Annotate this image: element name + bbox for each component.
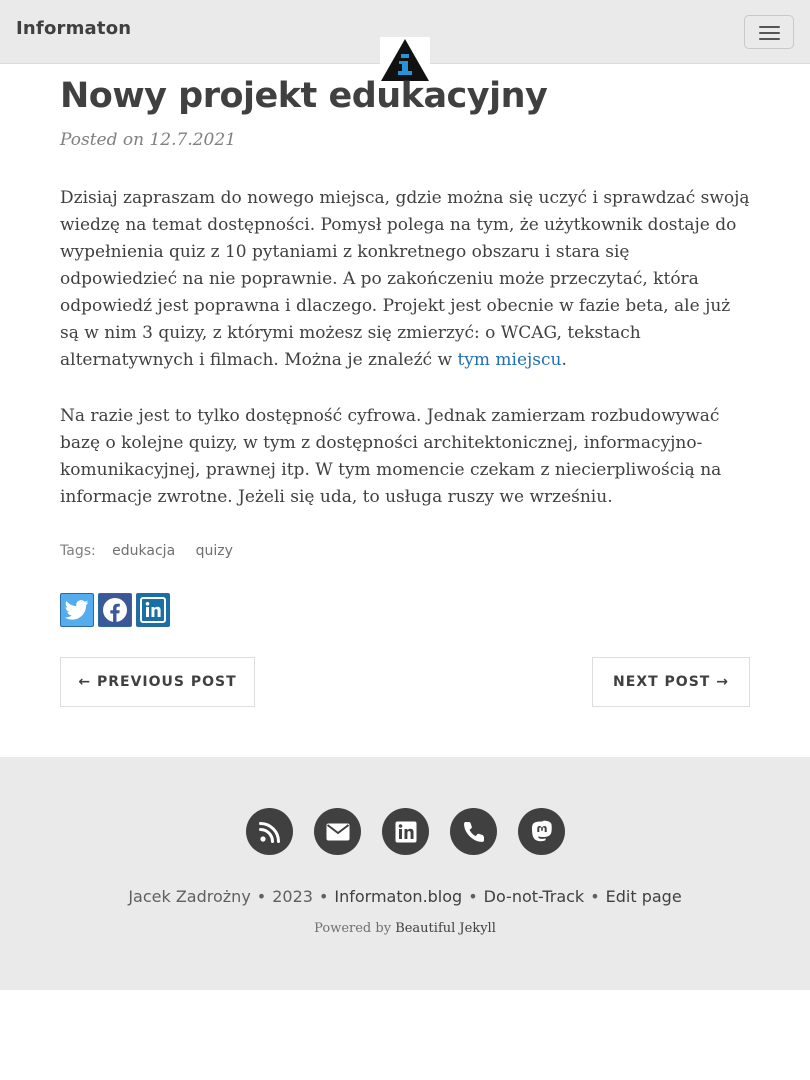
footer-dnt-link[interactable]: Do-not-Track	[484, 887, 585, 906]
linkedin-icon	[395, 821, 416, 842]
phone-link[interactable]	[450, 808, 497, 855]
phone-icon	[463, 821, 484, 842]
tag-edukacja[interactable]: edukacja	[108, 543, 179, 559]
rss-icon	[258, 821, 280, 843]
email-link[interactable]	[314, 808, 361, 855]
next-post-button[interactable]: NEXT POST →	[592, 657, 750, 707]
twitter-icon	[65, 600, 89, 620]
linkedin-link[interactable]	[382, 808, 429, 855]
share-buttons	[60, 593, 170, 627]
footer-year: 2023	[272, 887, 313, 906]
mastodon-link[interactable]	[518, 808, 565, 855]
powered-by: Powered by Beautiful Jekyll	[314, 921, 496, 936]
tags-label: Tags:	[60, 543, 96, 559]
post-paragraph-1: Dzisiaj zapraszam do nowego miejsca, gdz…	[60, 188, 750, 370]
footer-social-links	[246, 808, 565, 855]
menu-toggle-button[interactable]	[744, 15, 794, 49]
hamburger-menu-icon	[759, 26, 780, 28]
linkedin-icon	[140, 597, 166, 623]
facebook-icon	[103, 598, 127, 622]
tag-quizy[interactable]: quizy	[192, 543, 237, 559]
mastodon-icon	[531, 820, 552, 841]
post-meta: Posted on 12.7.2021	[60, 130, 236, 150]
paragraph-text: Dzisiaj zapraszam do nowego miejsca, gdz…	[60, 188, 750, 370]
post-paragraph-2: Na razie jest to tylko dostępność cyfrow…	[60, 406, 722, 507]
tags-row: Tags: edukacja quizy	[60, 543, 237, 559]
footer-site-link[interactable]: Informaton.blog	[334, 887, 462, 906]
beautiful-jekyll-link[interactable]: Beautiful Jekyll	[395, 921, 496, 936]
site-brand-link[interactable]: Informaton	[16, 18, 131, 39]
twitter-share-button[interactable]	[60, 593, 94, 627]
footer-author: Jacek Zadrożny	[128, 887, 251, 906]
footer-edit-page-link[interactable]: Edit page	[606, 887, 682, 906]
envelope-icon	[326, 823, 349, 840]
footer: Jacek Zadrożny • 2023 • Informaton.blog • Do-n…	[0, 757, 810, 990]
quiz-link[interactable]: tym miejscu	[457, 350, 561, 370]
previous-post-button[interactable]: ← PREVIOUS POST	[60, 657, 255, 707]
rss-link[interactable]	[246, 808, 293, 855]
post-title: Nowy projekt edukacyjny	[60, 76, 548, 116]
facebook-share-button[interactable]	[98, 593, 132, 627]
linkedin-share-button[interactable]	[136, 593, 170, 627]
footer-credits: Jacek Zadrożny • 2023 • Informaton.blog • Do-n…	[128, 887, 682, 906]
